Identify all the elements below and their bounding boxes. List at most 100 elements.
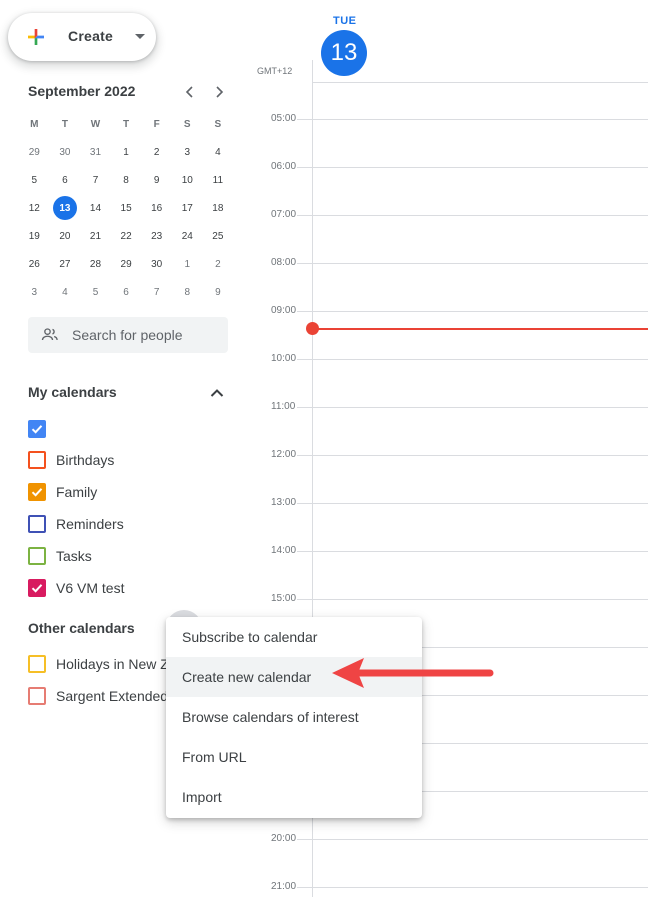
calendar-item-holidays[interactable]: Holidays in New Z: [28, 654, 169, 674]
day-cell[interactable]: 3: [19, 278, 50, 306]
day-cell[interactable]: 8: [111, 166, 142, 194]
hour-label: 08:00: [271, 257, 297, 268]
hour-line: [312, 599, 648, 600]
day-cell[interactable]: 10: [172, 166, 203, 194]
day-cell[interactable]: 12: [19, 194, 50, 222]
calendar-item-birthdays[interactable]: Birthdays: [28, 450, 114, 470]
checkbox-checked[interactable]: [28, 483, 46, 501]
all-day-divider: [312, 82, 648, 83]
day-cell[interactable]: 19: [19, 222, 50, 250]
hour-line: [312, 167, 648, 168]
weekday-label: M: [30, 118, 39, 130]
menu-item-subscribe[interactable]: Subscribe to calendar: [166, 617, 422, 657]
calendar-item-sargent-extended[interactable]: Sargent Extended: [28, 686, 168, 706]
menu-item-from-url[interactable]: From URL: [166, 737, 422, 777]
other-calendars-title[interactable]: Other calendars: [28, 620, 135, 636]
menu-item-import[interactable]: Import: [166, 777, 422, 817]
day-cell[interactable]: 8: [172, 278, 203, 306]
day-cell[interactable]: 30: [50, 138, 81, 166]
hour-tick: [297, 263, 312, 264]
day-cell[interactable]: 6: [111, 278, 142, 306]
day-cell[interactable]: 22: [111, 222, 142, 250]
checkbox[interactable]: [28, 547, 46, 565]
day-cell[interactable]: 2: [141, 138, 172, 166]
calendar-item-reminders[interactable]: Reminders: [28, 514, 124, 534]
day-cell-today[interactable]: 13: [50, 194, 81, 222]
prev-month-icon[interactable]: [182, 84, 198, 100]
checkbox-checked[interactable]: [28, 579, 46, 597]
calendar-item-family[interactable]: Family: [28, 482, 97, 502]
hour-tick: [297, 503, 312, 504]
checkbox[interactable]: [28, 451, 46, 469]
check-icon: [31, 488, 43, 497]
day-cell[interactable]: 29: [19, 138, 50, 166]
day-cell[interactable]: 20: [50, 222, 81, 250]
calendar-name: Tasks: [56, 548, 92, 564]
hour-tick: [297, 551, 312, 552]
calendar-item[interactable]: [28, 419, 56, 439]
day-cell[interactable]: 3: [172, 138, 203, 166]
calendar-item-v6-vm-test[interactable]: V6 VM test: [28, 578, 124, 598]
current-time-line: [312, 328, 648, 330]
day-header-weekday: TUE: [333, 15, 357, 27]
day-cell[interactable]: 5: [80, 278, 111, 306]
day-cell[interactable]: 29: [111, 250, 142, 278]
hour-tick: [297, 887, 312, 888]
chevron-up-icon[interactable]: [208, 384, 226, 402]
day-cell[interactable]: 4: [50, 278, 81, 306]
day-cell[interactable]: 18: [203, 194, 234, 222]
day-cell[interactable]: 9: [203, 278, 234, 306]
mini-calendar-title: September 2022: [28, 83, 136, 99]
day-cell[interactable]: 27: [50, 250, 81, 278]
day-cell[interactable]: 23: [141, 222, 172, 250]
day-cell[interactable]: 7: [141, 278, 172, 306]
checkbox[interactable]: [28, 655, 46, 673]
day-cell[interactable]: 2: [203, 250, 234, 278]
day-cell[interactable]: 4: [203, 138, 234, 166]
day-cell[interactable]: 11: [203, 166, 234, 194]
hour-tick: [297, 119, 312, 120]
day-cell[interactable]: 17: [172, 194, 203, 222]
weekday-label: W: [90, 118, 101, 130]
checkbox[interactable]: [28, 515, 46, 533]
hour-label: 09:00: [271, 305, 297, 316]
hour-label: 14:00: [271, 545, 297, 556]
day-header-date[interactable]: 13: [321, 30, 367, 76]
menu-item-browse[interactable]: Browse calendars of interest: [166, 697, 422, 737]
hour-label: 11:00: [271, 401, 296, 412]
hour-label: 05:00: [271, 113, 297, 124]
hour-line: [312, 311, 648, 312]
hour-tick: [297, 455, 312, 456]
hour-line: [312, 551, 648, 552]
day-cell[interactable]: 6: [50, 166, 81, 194]
calendar-item-tasks[interactable]: Tasks: [28, 546, 92, 566]
day-cell[interactable]: 31: [80, 138, 111, 166]
day-cell[interactable]: 7: [80, 166, 111, 194]
day-cell[interactable]: 28: [80, 250, 111, 278]
hour-line: [312, 215, 648, 216]
day-cell[interactable]: 24: [172, 222, 203, 250]
day-cell[interactable]: 25: [203, 222, 234, 250]
create-button[interactable]: Create: [8, 13, 156, 61]
day-cell[interactable]: 15: [111, 194, 142, 222]
day-cell[interactable]: 1: [111, 138, 142, 166]
checkbox-checked[interactable]: [28, 420, 46, 438]
my-calendars-title[interactable]: My calendars: [28, 384, 117, 400]
search-people-input[interactable]: Search for people: [28, 317, 228, 353]
day-cell[interactable]: 1: [172, 250, 203, 278]
next-month-icon[interactable]: [211, 84, 227, 100]
check-icon: [31, 425, 43, 434]
hour-label: 15:00: [271, 593, 297, 604]
day-cell[interactable]: 14: [80, 194, 111, 222]
checkbox[interactable]: [28, 687, 46, 705]
day-cell[interactable]: 26: [19, 250, 50, 278]
timezone-label: GMT+12: [257, 66, 293, 76]
day-cell[interactable]: 5: [19, 166, 50, 194]
hour-label: 20:00: [271, 833, 297, 844]
weekday-label: F: [153, 118, 160, 130]
day-cell[interactable]: 30: [141, 250, 172, 278]
calendar-name: Family: [56, 484, 98, 500]
day-cell[interactable]: 9: [141, 166, 172, 194]
day-cell[interactable]: 21: [80, 222, 111, 250]
day-cell[interactable]: 16: [141, 194, 172, 222]
